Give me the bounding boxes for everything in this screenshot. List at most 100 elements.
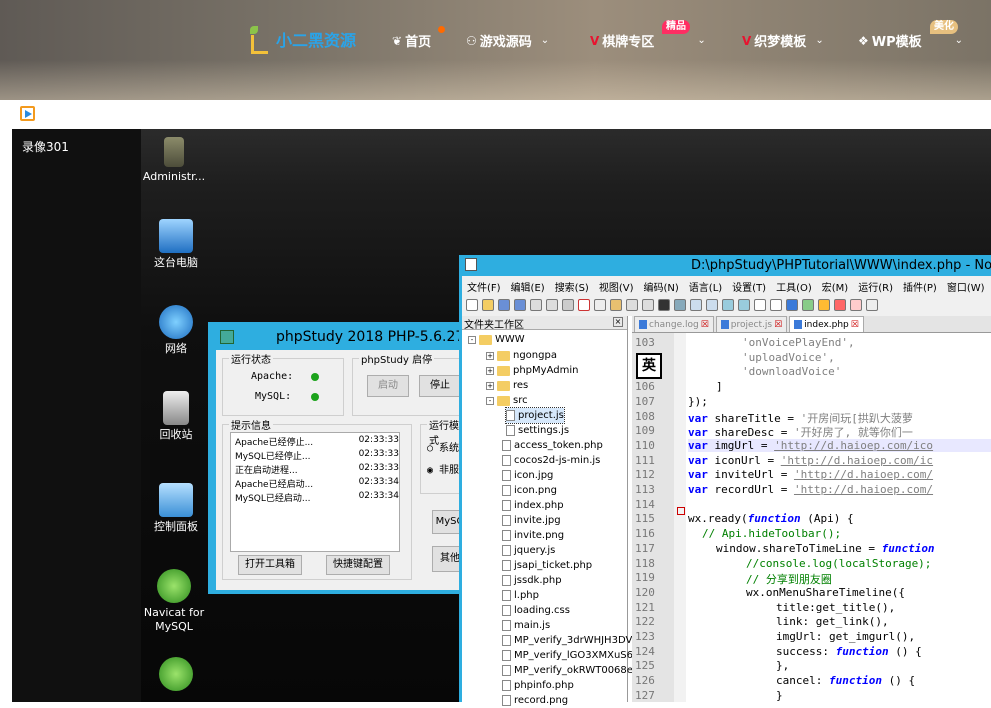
redo-icon[interactable] bbox=[642, 299, 654, 311]
tree-file[interactable]: index.php bbox=[502, 498, 564, 513]
code-editor[interactable]: change.log ☒ project.js ☒ index.php ☒ 英 103… bbox=[632, 316, 991, 702]
tree-file[interactable]: MP_verify_3drWHJH3DV bbox=[502, 633, 632, 648]
stop-button[interactable]: 停止 bbox=[419, 375, 461, 397]
start-button[interactable]: 启动 bbox=[367, 375, 409, 397]
close-tab-icon[interactable]: ☒ bbox=[701, 320, 709, 330]
notepad-titlebar[interactable]: D:\phpStudy\PHPTutorial\WWW\index.php - … bbox=[459, 255, 991, 275]
tree-file[interactable]: cocos2d-js-min.js bbox=[502, 453, 600, 468]
mode-radio-system[interactable]: ○ 系统 bbox=[427, 439, 459, 454]
code-line: }, bbox=[776, 659, 789, 672]
menu-run[interactable]: 运行(R) bbox=[853, 276, 898, 294]
zoom-out-icon[interactable] bbox=[706, 299, 718, 311]
function-list-icon[interactable] bbox=[834, 299, 846, 311]
desktop-icon-control-panel[interactable]: 控制面板 bbox=[143, 483, 209, 534]
tree-file[interactable]: invite.png bbox=[502, 528, 564, 543]
folder-workspace-icon[interactable] bbox=[850, 299, 862, 311]
copy-icon[interactable] bbox=[594, 299, 606, 311]
undo-icon[interactable] bbox=[626, 299, 638, 311]
tree-file[interactable]: icon.png bbox=[502, 483, 557, 498]
fold-toggle-icon[interactable] bbox=[677, 507, 685, 515]
tree-file[interactable]: invite.jpg bbox=[502, 513, 561, 528]
tree-file[interactable]: main.js bbox=[502, 618, 550, 633]
save-all-icon[interactable] bbox=[514, 299, 526, 311]
menu-settings[interactable]: 设置(T) bbox=[727, 276, 771, 294]
play-icon[interactable] bbox=[20, 106, 35, 121]
menu-search[interactable]: 搜索(S) bbox=[550, 276, 594, 294]
indent-guide-icon[interactable] bbox=[786, 299, 798, 311]
zoom-in-icon[interactable] bbox=[690, 299, 702, 311]
nav-game-source[interactable]: ⚇ 游戏源码 ⌄ bbox=[466, 31, 549, 51]
new-file-icon[interactable] bbox=[466, 299, 478, 311]
close-icon[interactable] bbox=[530, 299, 542, 311]
mode-radio-nonservice[interactable]: ◉ 非服 bbox=[427, 461, 459, 476]
desktop-icon-admin[interactable]: Administr... bbox=[141, 137, 207, 184]
doc-map-icon[interactable] bbox=[818, 299, 830, 311]
menu-tools[interactable]: 工具(O) bbox=[771, 276, 817, 294]
tree-file[interactable]: l.php bbox=[502, 588, 539, 603]
tree-file[interactable]: access_token.php bbox=[502, 438, 603, 453]
tree-file-settings-js[interactable]: settings.js bbox=[506, 423, 569, 438]
menu-language[interactable]: 语言(L) bbox=[684, 276, 727, 294]
tree-folder-www[interactable]: - WWW bbox=[468, 332, 525, 347]
tab-change-log[interactable]: change.log ☒ bbox=[634, 316, 714, 332]
open-toolbox-button[interactable]: 打开工具箱 bbox=[238, 555, 302, 575]
tree-file[interactable]: jsapi_ticket.php bbox=[502, 558, 592, 573]
nav-dede-template[interactable]: V 织梦模板 ⌄ bbox=[742, 31, 824, 51]
tree-label: MP_verify_lGO3XMXuS6 bbox=[514, 650, 634, 661]
tree-file[interactable]: loading.css bbox=[502, 603, 570, 618]
open-file-icon[interactable] bbox=[482, 299, 494, 311]
tab-project-js[interactable]: project.js ☒ bbox=[715, 316, 788, 332]
tab-index-php[interactable]: index.php ☒ bbox=[789, 316, 864, 332]
tree-file[interactable]: MP_verify_okRWT0068e bbox=[502, 663, 633, 678]
tree-file[interactable]: icon.jpg bbox=[502, 468, 553, 483]
shortcut-config-button[interactable]: 快捷键配置 bbox=[326, 555, 390, 575]
nav-home[interactable]: ❦ 首页 bbox=[392, 31, 431, 51]
close-tab-icon[interactable]: ☒ bbox=[774, 320, 782, 330]
sync-h-icon[interactable] bbox=[738, 299, 750, 311]
menu-window[interactable]: 窗口(W) bbox=[942, 276, 990, 294]
desktop-icon-network[interactable]: 网络 bbox=[143, 305, 209, 356]
desktop-icon-navicat-mysql[interactable]: Navicat for MySQL bbox=[137, 569, 211, 634]
tree-file[interactable]: phpinfo.php bbox=[502, 678, 574, 693]
desktop-icon-this-pc[interactable]: 这台电脑 bbox=[143, 219, 209, 270]
tree-file[interactable]: jquery.js bbox=[502, 543, 555, 558]
monitor-icon[interactable] bbox=[866, 299, 878, 311]
find-icon[interactable] bbox=[658, 299, 670, 311]
menu-edit[interactable]: 编辑(E) bbox=[506, 276, 550, 294]
menu-view[interactable]: 视图(V) bbox=[594, 276, 639, 294]
menu-file[interactable]: 文件(F) bbox=[462, 276, 506, 294]
phpstudy-titlebar[interactable]: phpStudy 2018 PHP-5.6.27-N bbox=[210, 324, 480, 350]
menu-macro[interactable]: 宏(M) bbox=[817, 276, 853, 294]
close-tab-icon[interactable]: ☒ bbox=[851, 320, 859, 330]
tree-folder-res[interactable]: + res bbox=[486, 378, 528, 393]
paste-icon[interactable] bbox=[610, 299, 622, 311]
desktop-icon-navicat[interactable] bbox=[143, 657, 209, 694]
print-icon[interactable] bbox=[562, 299, 574, 311]
tree-folder-src[interactable]: - src bbox=[486, 393, 528, 408]
close-panel-icon[interactable]: × bbox=[613, 317, 623, 327]
sync-v-icon[interactable] bbox=[722, 299, 734, 311]
tree-file[interactable]: record.png bbox=[502, 693, 568, 708]
replace-icon[interactable] bbox=[674, 299, 686, 311]
tree-label: res bbox=[513, 380, 529, 391]
menu-encoding[interactable]: 编码(N) bbox=[639, 276, 684, 294]
log-time: 02:33:33 bbox=[358, 435, 399, 445]
all-chars-icon[interactable] bbox=[770, 299, 782, 311]
wrap-icon[interactable] bbox=[754, 299, 766, 311]
save-icon[interactable] bbox=[498, 299, 510, 311]
tree-label: settings.js bbox=[518, 425, 570, 436]
close-all-icon[interactable] bbox=[546, 299, 558, 311]
tree-label: main.js bbox=[514, 620, 551, 631]
site-logo[interactable]: 小二黑资源 bbox=[248, 26, 356, 54]
tree-folder-ngongpa[interactable]: + ngongpa bbox=[486, 348, 557, 363]
udl-icon[interactable] bbox=[802, 299, 814, 311]
tree-folder-phpmyadmin[interactable]: + phpMyAdmin bbox=[486, 363, 578, 378]
nav-chess[interactable]: V 棋牌专区 ⌄ bbox=[590, 31, 706, 51]
tree-file[interactable]: jssdk.php bbox=[502, 573, 562, 588]
tree-file[interactable]: MP_verify_lGO3XMXuS6 bbox=[502, 648, 633, 663]
tree-file-project-js[interactable]: project.js bbox=[505, 407, 565, 424]
fold-margin bbox=[674, 333, 686, 702]
menu-plugins[interactable]: 插件(P) bbox=[898, 276, 942, 294]
cut-icon[interactable] bbox=[578, 299, 590, 311]
desktop-icon-recycle-bin[interactable]: 回收站 bbox=[143, 391, 209, 442]
